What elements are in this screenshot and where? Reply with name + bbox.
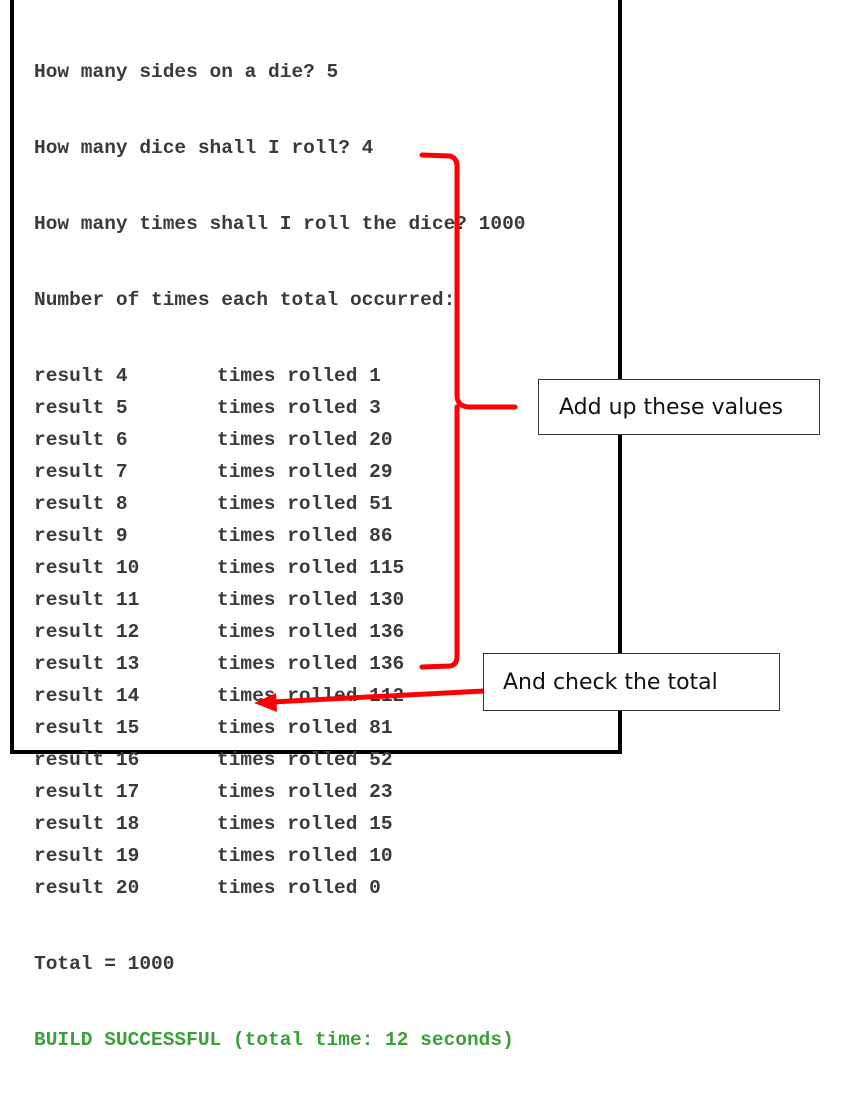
result-count: times rolled 20 — [217, 429, 393, 451]
result-row: result 16 times rolled 52 — [34, 744, 525, 776]
result-count: times rolled 10 — [217, 845, 393, 867]
result-label: result 15 — [34, 717, 140, 739]
result-row: result 7 times rolled 29 — [34, 456, 525, 488]
result-count: times rolled 115 — [217, 557, 405, 579]
callout-add-up: Add up these values — [538, 379, 820, 435]
result-row: result 8 times rolled 51 — [34, 488, 525, 520]
result-row: result 6 times rolled 20 — [34, 424, 525, 456]
result-label: result 8 — [34, 493, 128, 515]
result-label: result 12 — [34, 621, 140, 643]
prompt-dice: How many dice shall I roll? 4 — [34, 137, 374, 159]
result-count: times rolled 112 — [217, 685, 405, 707]
result-count: times rolled 86 — [217, 525, 393, 547]
results-list: result 4 times rolled 1 result 5 times roll… — [34, 360, 525, 904]
result-label: result 17 — [34, 781, 140, 803]
result-count: times rolled 136 — [217, 653, 405, 675]
result-label: result 10 — [34, 557, 140, 579]
result-row: result 14 times rolled 112 — [34, 680, 525, 712]
result-count: times rolled 29 — [217, 461, 393, 483]
result-row: result 15 times rolled 81 — [34, 712, 525, 744]
result-label: result 6 — [34, 429, 128, 451]
result-label: result 16 — [34, 749, 140, 771]
result-label: result 9 — [34, 525, 128, 547]
console-lines: How many sides on a die? 5 How many dice… — [34, 12, 525, 1100]
callout-check-total: And check the total — [483, 653, 780, 711]
total-line: Total = 1000 — [34, 953, 175, 975]
result-label: result 20 — [34, 877, 140, 899]
result-row: result 13 times rolled 136 — [34, 648, 525, 680]
prompt-rolls: How many times shall I roll the dice? 10… — [34, 213, 526, 235]
result-count: times rolled 52 — [217, 749, 393, 771]
result-row: result 19 times rolled 10 — [34, 840, 525, 872]
result-row: result 11 times rolled 130 — [34, 584, 525, 616]
result-count: times rolled 51 — [217, 493, 393, 515]
prompt-sides: How many sides on a die? 5 — [34, 61, 339, 83]
console-output-panel: How many sides on a die? 5 How many dice… — [10, 0, 622, 1051]
result-count: times rolled 1 — [217, 365, 381, 387]
result-label: result 13 — [34, 653, 140, 675]
result-row: result 5 times rolled 3 — [34, 392, 525, 424]
result-row: result 17 times rolled 23 — [34, 776, 525, 808]
result-label: result 5 — [34, 397, 128, 419]
results-header: Number of times each total occurred: — [34, 289, 456, 311]
result-label: result 18 — [34, 813, 140, 835]
result-row: result 12 times rolled 136 — [34, 616, 525, 648]
result-row: result 9 times rolled 86 — [34, 520, 525, 552]
result-row: result 4 times rolled 1 — [34, 360, 525, 392]
build-status: BUILD SUCCESSFUL (total time: 12 seconds… — [34, 1029, 514, 1051]
result-count: times rolled 130 — [217, 589, 405, 611]
result-row: result 10 times rolled 115 — [34, 552, 525, 584]
result-label: result 19 — [34, 845, 140, 867]
result-count: times rolled 23 — [217, 781, 393, 803]
result-count: times rolled 3 — [217, 397, 381, 419]
result-label: result 14 — [34, 685, 140, 707]
result-row: result 18 times rolled 15 — [34, 808, 525, 840]
result-count: times rolled 136 — [217, 621, 405, 643]
result-count: times rolled 0 — [217, 877, 381, 899]
result-count: times rolled 15 — [217, 813, 393, 835]
result-row: result 20 times rolled 0 — [34, 872, 525, 904]
result-count: times rolled 81 — [217, 717, 393, 739]
result-label: result 11 — [34, 589, 140, 611]
result-label: result 4 — [34, 365, 128, 387]
result-label: result 7 — [34, 461, 128, 483]
